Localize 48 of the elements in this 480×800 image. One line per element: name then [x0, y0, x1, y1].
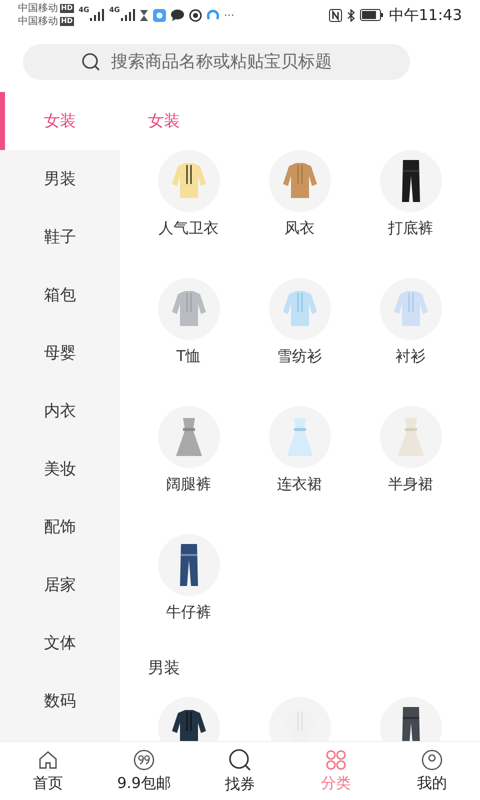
category-tab[interactable]: 居家	[0, 556, 120, 614]
nav-tab[interactable]: 找券	[192, 742, 288, 800]
nav-tab[interactable]: 首页	[0, 742, 96, 800]
search-icon	[228, 748, 252, 772]
category-label[interactable]: 牛仔裤	[166, 602, 211, 622]
category-tab[interactable]: 数码	[0, 672, 120, 730]
category-label[interactable]: 阔腿裤	[166, 474, 211, 494]
signal-icon	[90, 9, 104, 21]
battery-icon	[360, 9, 384, 21]
category-tab[interactable]: 箱包	[0, 266, 120, 324]
category-tab[interactable]: 女装	[0, 92, 120, 150]
carrier-name: 中国移动	[18, 15, 58, 28]
carrier-name: 中国移动	[18, 2, 58, 15]
category-label[interactable]: 雪纺衫	[277, 346, 322, 366]
category-label[interactable]: 打底裤	[388, 218, 433, 238]
category-label[interactable]: 连衣裙	[277, 474, 322, 494]
ninety-nine-icon	[133, 749, 155, 771]
category-tab[interactable]: 文体	[0, 614, 120, 672]
eye-icon	[188, 8, 202, 22]
clock-time: 中午11:43	[388, 6, 462, 24]
section-title: 男装	[147, 657, 181, 679]
search-field[interactable]: 搜索商品名称或粘贴宝贝标题	[23, 44, 410, 80]
category-label[interactable]: T恤	[176, 346, 201, 366]
category-tab[interactable]: 母婴	[0, 324, 120, 382]
more-notifications: ···	[224, 8, 234, 22]
category-tab[interactable]: 男装	[0, 150, 120, 208]
section-title: 女装	[147, 110, 181, 132]
search-icon	[81, 52, 101, 72]
category-tab[interactable]: 美妆	[0, 440, 120, 498]
signal-icon	[120, 9, 135, 21]
nav-tab[interactable]: 我的	[384, 742, 480, 800]
category-label[interactable]: 衬衫	[396, 346, 426, 366]
home-icon	[37, 749, 59, 771]
hourglass-icon	[140, 10, 148, 20]
category-tab[interactable]: 鞋子	[0, 208, 120, 266]
category-label[interactable]: 半身裙	[388, 474, 433, 494]
person-icon	[421, 749, 443, 771]
nav-tab[interactable]: 9.9包邮	[96, 742, 192, 800]
grid-icon	[325, 749, 347, 771]
category-tab[interactable]: 内衣	[0, 382, 120, 440]
category-tab[interactable]: 配饰	[0, 498, 120, 556]
nfc-icon	[328, 8, 342, 22]
category-label[interactable]: 人气卫衣	[158, 218, 218, 238]
app-icon	[152, 8, 166, 22]
bluetooth-icon	[346, 8, 355, 22]
chat-icon	[170, 9, 184, 21]
category-label[interactable]: 风衣	[284, 218, 314, 238]
arc-icon	[206, 9, 219, 21]
